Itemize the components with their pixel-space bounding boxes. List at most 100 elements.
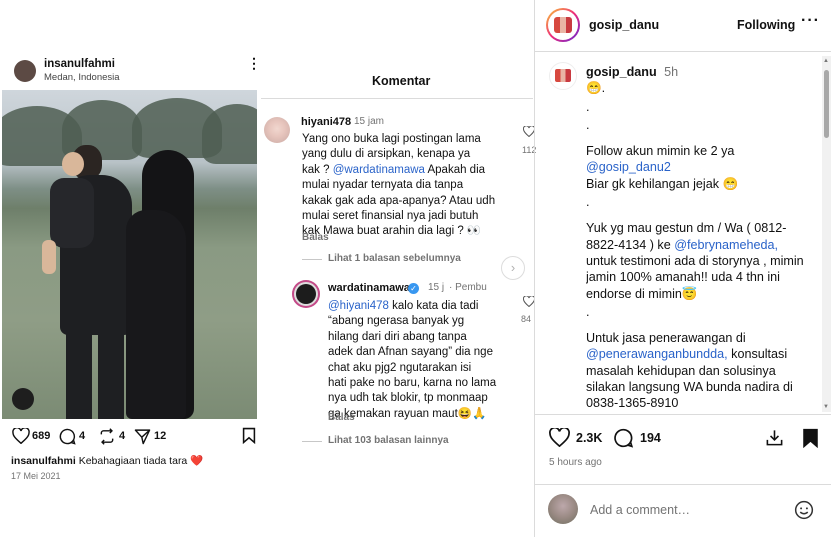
caption-avatar[interactable] [549,62,577,90]
post-date: 17 Mei 2021 [11,471,61,481]
comment-line: chat aku pjg2 ngutarakan isi [328,361,472,374]
comment-like-count: 84 [521,314,532,324]
caption-line: Follow akun mimin ke 2 ya [586,144,735,159]
comment-body: Yang ono buka lagi postingan lama yang d… [302,132,495,240]
likes-count: 689 [32,430,51,442]
mention-link[interactable]: @gosip_danu2 [586,159,818,175]
reply-button[interactable]: Balas [302,232,329,243]
caption-line: 😁. [586,81,606,96]
caption-line: jamin 100% amanah!! uda 4 thn ini [586,270,780,285]
current-user-avatar [548,494,578,524]
more-options-icon[interactable]: ⋮ [247,56,261,70]
caption-text: Kebahagiaan tiada tara ❤️ [78,455,204,467]
add-comment-input[interactable]: Add a comment… [590,503,690,517]
reply-thread-line [302,441,322,442]
mention-link[interactable]: @penerawanganbundda, [586,347,728,361]
comment-line: hilang dari diri abang tanpa [328,330,467,343]
comment-line: Yang ono buka lagi postingan lama [302,133,481,145]
comment-time: 15 jam [354,116,385,127]
view-previous-replies[interactable]: Lihat 1 balasan sebelumnya [328,253,461,264]
next-arrow-button[interactable]: › [501,256,525,280]
caption-time: 5h [664,65,679,79]
share-icon[interactable] [134,428,151,445]
post-author-username[interactable]: insanulfahmi [44,58,115,70]
caption-username[interactable]: gosip_danu [586,65,657,79]
view-more-replies[interactable]: Lihat 103 balasan lainnya [328,435,449,446]
comment-line: kakak gak ada apa-apanya? Atau udh [302,194,496,207]
account-username[interactable]: gosip_danu [589,18,659,32]
mention-link[interactable]: @wardatinamawa [333,164,425,176]
emoji-picker-icon[interactable] [794,500,814,520]
heart-icon[interactable] [12,428,30,444]
repost-icon[interactable] [98,428,116,445]
caption-scrollbar[interactable]: ▲ ▼ [822,56,831,412]
comment-line: mulai nyadar ternyata dia tanpa [302,179,464,192]
post-author-avatar[interactable] [14,60,36,82]
caption-line: . [586,304,590,319]
caption-line: @penerawanganbundda, konsultasi [586,347,788,362]
comments-count: 4 [79,430,86,442]
comment-line: hati pake no baru, karna no lama [328,377,497,390]
account-avatar[interactable] [546,8,580,42]
reply-time: 15 j [428,282,445,293]
caption-line: . [586,99,590,114]
comment-line: adek dan Afnan sayang” dia nge [328,346,493,359]
comment-icon[interactable] [59,428,76,445]
reply-author-avatar[interactable] [292,280,320,308]
comments-header-divider [261,98,533,99]
post-location[interactable]: Medan, Indonesia [44,72,120,83]
comment-line: yang dulu di arsipkan, kenapa ya [302,148,471,161]
caption-line: . [586,117,590,132]
caption-header: gosip_danu 5h [586,64,818,80]
post-photo [2,90,257,419]
tagged-users-icon[interactable] [12,388,34,410]
caption-line: Yuk yg mau gestun dm / Wa ( 0812- [586,221,787,236]
caption-line: 8822-4134 ) ke @febrynameheda, [586,237,779,252]
comment-username[interactable]: hiyani478 [301,116,351,128]
caption-line: silakan langsung WA bunda nadira di [586,380,793,395]
comment-line: mulai seret finansial nya jadi butuh [302,210,479,223]
comments-count[interactable]: 194 [640,431,661,445]
commenter-avatar[interactable] [264,117,290,143]
post-time-ago: 5 hours ago [549,457,602,468]
caption-username[interactable]: insanulfahmi [11,455,76,467]
creator-badge: · Pembu [449,282,487,293]
mention-link[interactable]: @febrynameheda, [674,238,778,252]
likes-count[interactable]: 2.3K [576,431,602,445]
shares-count: 12 [154,430,167,442]
scroll-down-arrow-icon[interactable]: ▼ [823,404,829,410]
caption-scroll-area[interactable]: gosip_danu 5h 😁. . . Follow akun mimin k… [586,64,818,414]
comments-title: Komentar [372,74,431,88]
scrollbar-thumb[interactable] [824,70,829,138]
caption-line: . [586,195,590,210]
caption-line: untuk testimoni ada di storynya , mimin [586,253,804,268]
caption-line: 0838-1365-8910 [586,396,679,411]
comment-line: @hiyani478 kalo kata dia tadi [328,300,479,312]
heart-icon[interactable] [549,428,570,447]
reply-thread-line [302,259,322,260]
caption-line: masalah kehidupan dan solusinya [586,363,776,378]
actions-divider [535,414,831,415]
comment-line: kak ? @wardatinamawa Apakah dia [302,163,486,176]
header-divider [535,51,831,52]
scroll-up-arrow-icon[interactable]: ▲ [823,58,829,64]
caption-line: endorse di mimin😇 [586,286,698,301]
following-button[interactable]: Following [737,18,795,32]
reply-button[interactable]: Balas [328,412,355,423]
comment-line: nya udh tak blokir, tp monmaap [328,392,488,405]
post-caption: insanulfahmi Kebahagiaan tiada tara ❤️ [11,454,203,467]
reply-username[interactable]: wardatinamawa [328,282,410,294]
mention-link[interactable]: @hiyani478 [328,300,389,312]
reply-body: @hiyani478 kalo kata dia tadi “abang nge… [328,299,496,422]
comment-line: “abang ngerasa banyak yg [328,315,465,328]
reposts-count: 4 [119,430,126,442]
bookmark-icon[interactable] [802,428,819,448]
comment-icon[interactable] [613,428,634,448]
caption-line: Biar gk kehilangan jejak 😁 [586,176,739,191]
save-download-icon[interactable] [765,428,784,447]
verified-badge-icon: ✓ [408,283,419,294]
bookmark-icon[interactable] [242,427,256,444]
more-options-icon[interactable]: ··· [801,12,820,30]
comment-line: kak Mawa buat arahin dia lagi ? 👀 [302,225,482,238]
panel-left-border [534,0,535,537]
